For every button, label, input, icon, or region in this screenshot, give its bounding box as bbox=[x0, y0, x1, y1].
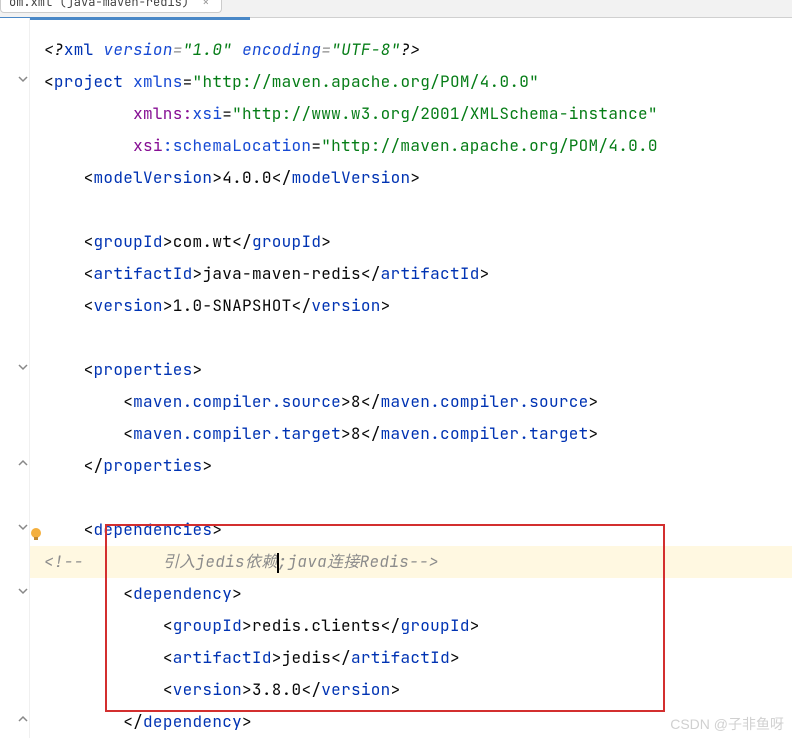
code-line[interactable]: <?xml version="1.0" encoding="UTF-8"?> bbox=[30, 34, 792, 66]
tab-label: om.xml (java-maven-redis) bbox=[9, 0, 189, 10]
code-line[interactable]: <groupId>com.wt</groupId> bbox=[30, 226, 792, 258]
code-line-current[interactable]: <!-- 引入jedis依赖;java连接Redis--> bbox=[30, 546, 792, 578]
fold-up-icon[interactable] bbox=[18, 458, 28, 468]
code-line[interactable]: <dependencies> bbox=[30, 514, 792, 546]
code-line[interactable]: <maven.compiler.source>8</maven.compiler… bbox=[30, 386, 792, 418]
file-tab[interactable]: om.xml (java-maven-redis) × bbox=[0, 0, 222, 13]
code-editor[interactable]: <?xml version="1.0" encoding="UTF-8"?> <… bbox=[0, 18, 792, 738]
code-line[interactable]: <groupId>redis.clients</groupId> bbox=[30, 610, 792, 642]
code-line[interactable]: </properties> bbox=[30, 450, 792, 482]
code-line[interactable]: <project xmlns="http://maven.apache.org/… bbox=[30, 66, 792, 98]
code-line[interactable] bbox=[30, 194, 792, 226]
code-line[interactable]: <modelVersion>4.0.0</modelVersion> bbox=[30, 162, 792, 194]
code-line[interactable]: xsi:schemaLocation="http://maven.apache.… bbox=[30, 130, 792, 162]
fold-icon[interactable] bbox=[18, 522, 28, 532]
fold-icon[interactable] bbox=[18, 74, 28, 84]
code-line[interactable]: <maven.compiler.target>8</maven.compiler… bbox=[30, 418, 792, 450]
close-icon[interactable]: × bbox=[202, 0, 209, 10]
code-line[interactable]: xmlns:xsi="http://www.w3.org/2001/XMLSch… bbox=[30, 98, 792, 130]
code-area[interactable]: <?xml version="1.0" encoding="UTF-8"?> <… bbox=[30, 26, 792, 738]
code-line[interactable]: <artifactId>java-maven-redis</artifactId… bbox=[30, 258, 792, 290]
code-line[interactable]: <version>1.0-SNAPSHOT</version> bbox=[30, 290, 792, 322]
fold-icon[interactable] bbox=[18, 362, 28, 372]
watermark: CSDN @子非鱼呀 bbox=[670, 714, 784, 734]
code-line[interactable]: <artifactId>jedis</artifactId> bbox=[30, 642, 792, 674]
code-line[interactable] bbox=[30, 482, 792, 514]
code-line[interactable] bbox=[30, 322, 792, 354]
code-line[interactable]: <properties> bbox=[30, 354, 792, 386]
fold-up-icon[interactable] bbox=[18, 714, 28, 724]
intention-bulb-icon[interactable] bbox=[28, 521, 46, 539]
code-line[interactable]: <dependency> bbox=[30, 578, 792, 610]
fold-icon[interactable] bbox=[18, 586, 28, 596]
tab-bar: om.xml (java-maven-redis) × bbox=[0, 0, 792, 18]
code-line[interactable]: <version>3.8.0</version> bbox=[30, 674, 792, 706]
gutter bbox=[0, 18, 30, 738]
